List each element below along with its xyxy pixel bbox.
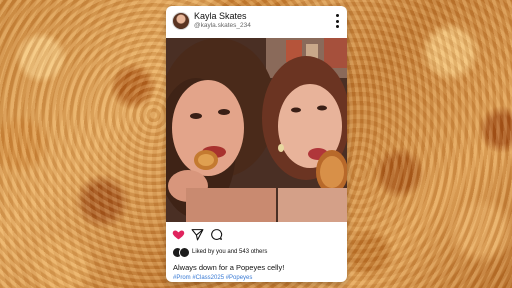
liked-avatar-icon	[179, 247, 190, 258]
menu-dot	[335, 25, 339, 28]
liked-by-avatars	[172, 247, 190, 259]
post-photo[interactable]	[166, 38, 347, 222]
like-button[interactable]	[172, 228, 185, 241]
user-handle[interactable]: @kayla.skates_234	[194, 22, 251, 29]
photo-illustration	[166, 38, 347, 222]
social-post-card: Kayla Skates @kayla.skates_234 Liked by …	[166, 6, 347, 282]
comment-icon	[211, 229, 223, 240]
post-header: Kayla Skates @kayla.skates_234	[166, 6, 347, 36]
post-caption: Always down for a Popeyes celly!	[173, 263, 285, 272]
post-actions	[172, 228, 342, 242]
more-options-button[interactable]	[333, 12, 341, 30]
comment-button[interactable]	[210, 228, 223, 241]
menu-dot	[335, 19, 339, 23]
username[interactable]: Kayla Skates	[194, 11, 247, 21]
likes-row[interactable]: Liked by you and 543 others	[172, 247, 342, 259]
heart-icon	[172, 230, 185, 240]
share-button[interactable]	[191, 228, 204, 241]
more-vertical-icon	[335, 14, 339, 17]
avatar[interactable]	[172, 12, 190, 30]
post-hashtags[interactable]: #Prom #Class2025 #Popeyes	[173, 275, 252, 281]
send-icon	[191, 229, 204, 241]
liked-by-text: Liked by you and 543 others	[192, 249, 268, 255]
